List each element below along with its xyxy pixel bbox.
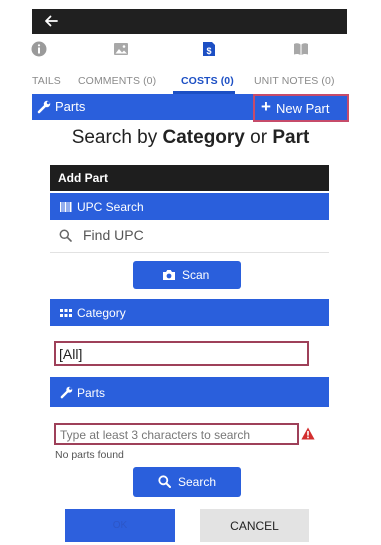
camera-icon — [163, 270, 175, 280]
tab-details[interactable]: TAILS — [31, 34, 72, 94]
upc-search-input[interactable]: Find UPC — [50, 220, 329, 253]
scan-label: Scan — [182, 268, 210, 282]
wrench-icon — [37, 100, 51, 114]
back-arrow-icon[interactable] — [42, 12, 60, 30]
parts-placeholder: Type at least 3 characters to search — [60, 428, 251, 442]
upc-search-header: UPC Search — [50, 193, 329, 220]
tab-comments-label: COMMENTS (0) — [78, 75, 157, 87]
parts-section-header: Parts — [50, 377, 329, 407]
caption-middle: or — [244, 127, 273, 148]
dollar-document-icon: $ — [203, 42, 215, 56]
barcode-icon — [60, 202, 72, 212]
tab-costs[interactable]: $ COSTS (0) — [181, 34, 241, 94]
tab-details-label: TAILS — [32, 75, 61, 87]
svg-text:$: $ — [206, 46, 211, 56]
category-label: Category — [77, 306, 126, 320]
tab-unit-notes[interactable]: UNIT NOTES (0) — [254, 34, 347, 94]
upc-placeholder: Find UPC — [83, 227, 144, 243]
new-part-label: New Part — [276, 101, 330, 116]
upc-search-label: UPC Search — [77, 200, 144, 214]
dialog-title: Add Part — [58, 171, 109, 185]
search-icon — [158, 475, 171, 488]
ok-label: OK — [112, 520, 128, 531]
cancel-button[interactable]: CANCEL — [200, 509, 309, 542]
dialog-title-bar: Add Part — [50, 165, 329, 191]
info-icon — [31, 41, 47, 57]
search-icon — [59, 229, 72, 242]
tab-bar: TAILS COMMENTS (0) $ COSTS (0) UNIT NOTE… — [31, 34, 347, 94]
wrench-icon — [60, 386, 73, 399]
tab-costs-label: COSTS (0) — [181, 75, 234, 87]
app-bar — [32, 9, 347, 34]
image-icon — [114, 43, 128, 55]
book-icon — [294, 43, 308, 55]
tab-comments[interactable]: COMMENTS (0) — [78, 34, 168, 94]
no-parts-message: No parts found — [55, 449, 124, 461]
warning-icon — [301, 427, 315, 440]
plus-icon: + — [261, 97, 271, 116]
parts-section-label: Parts — [77, 386, 106, 400]
parts-label: Parts — [55, 99, 86, 114]
caption-part: Part — [272, 127, 310, 148]
grid-list-icon — [60, 309, 72, 317]
cancel-label: CANCEL — [230, 519, 279, 533]
caption-category: Category — [162, 127, 245, 148]
new-part-button[interactable]: + New Part — [253, 94, 349, 122]
top-screen: TAILS COMMENTS (0) $ COSTS (0) UNIT NOTE… — [31, 9, 349, 122]
caption: Search by Category or Part — [0, 127, 381, 149]
scan-button[interactable]: Scan — [133, 261, 241, 289]
search-label: Search — [178, 475, 217, 489]
search-button[interactable]: Search — [133, 467, 241, 497]
category-header: Category — [50, 299, 329, 326]
caption-prefix: Search by — [71, 127, 163, 148]
category-select[interactable]: [All] — [54, 341, 309, 366]
parts-header-bar: Parts + New Part — [32, 94, 349, 122]
add-part-dialog: Add Part UPC Search Find UPC Scan Catego… — [50, 165, 329, 545]
tab-unit-notes-label: UNIT NOTES (0) — [254, 75, 335, 87]
parts-search-input[interactable]: Type at least 3 characters to search — [54, 423, 299, 445]
ok-button[interactable]: OK — [65, 509, 175, 542]
category-value: [All] — [59, 346, 83, 362]
